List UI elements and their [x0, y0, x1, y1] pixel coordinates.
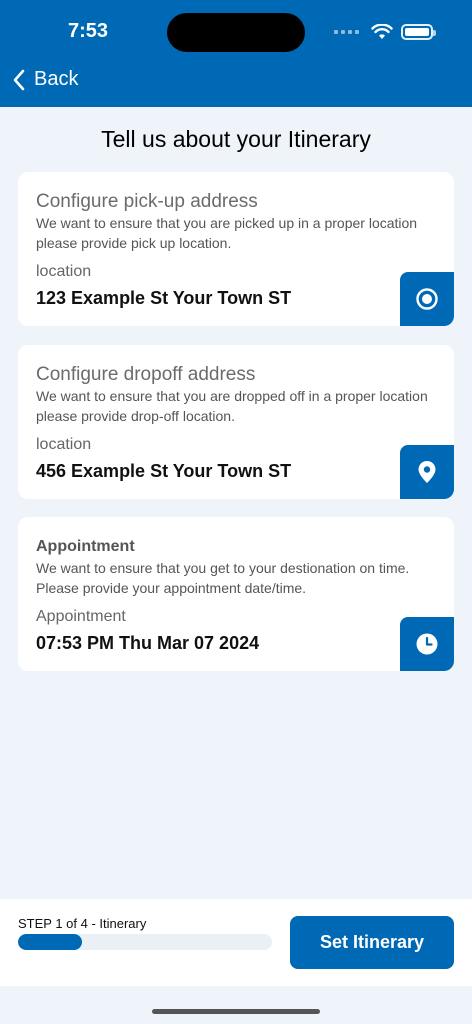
pickup-card: Configure pick-up address We want to ens…: [18, 172, 454, 326]
appointment-time-button[interactable]: [400, 617, 454, 671]
dropoff-address-value[interactable]: 456 Example St Your Town ST: [36, 461, 291, 482]
step-progress-bar: [18, 934, 272, 950]
pickup-title: Configure pick-up address: [36, 191, 258, 212]
dropoff-title: Configure dropoff address: [36, 364, 256, 385]
bottom-bar: STEP 1 of 4 - Itinerary Set Itinerary: [0, 899, 472, 986]
pickup-description: We want to ensure that you are picked up…: [36, 215, 418, 251]
dropoff-location-button[interactable]: [400, 445, 454, 499]
step-progress-fill: [18, 934, 82, 950]
status-icons: [334, 22, 436, 42]
dynamic-island: [167, 13, 305, 52]
radio-target-icon: [416, 288, 438, 310]
step-indicator-label: STEP 1 of 4 - Itinerary: [18, 916, 147, 931]
page-title: Tell us about your Itinerary: [101, 126, 371, 152]
dropoff-card: Configure dropoff address We want to ens…: [18, 345, 454, 499]
back-button[interactable]: Back: [12, 68, 78, 91]
appointment-field-label: Appointment: [36, 608, 126, 625]
home-indicator: [152, 1009, 320, 1014]
app-header: 7:53 Back: [0, 0, 472, 107]
clock-icon: [416, 633, 438, 655]
appointment-description: We want to ensure that you get to your d…: [36, 560, 410, 596]
appointment-datetime-value[interactable]: 07:53 PM Thu Mar 07 2024: [36, 633, 259, 654]
set-itinerary-button[interactable]: Set Itinerary: [290, 916, 454, 969]
status-time: 7:53: [68, 20, 109, 42]
pickup-address-value[interactable]: 123 Example St Your Town ST: [36, 288, 291, 309]
dropoff-description: We want to ensure that you are dropped o…: [36, 388, 428, 424]
chevron-left-icon: [13, 69, 25, 90]
battery-icon: [401, 24, 436, 40]
pickup-field-label: location: [36, 263, 92, 280]
dropoff-field-label: location: [36, 436, 92, 453]
map-pin-icon: [418, 461, 436, 483]
appointment-card: Appointment We want to ensure that you g…: [18, 517, 454, 671]
signal-icon: [334, 30, 359, 34]
back-label: Back: [34, 68, 79, 90]
pickup-location-button[interactable]: [400, 272, 454, 326]
wifi-icon: [371, 24, 393, 39]
appointment-title: Appointment: [36, 538, 135, 555]
